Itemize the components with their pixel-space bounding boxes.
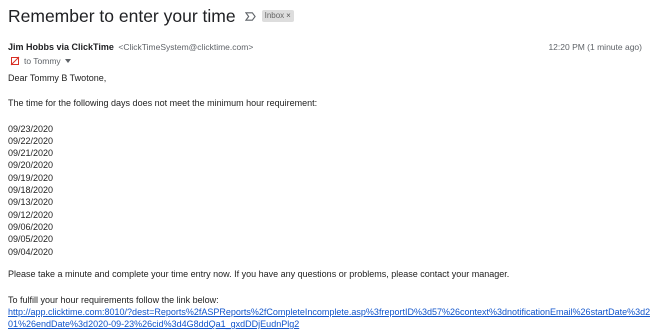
date-item: 09/05/2020 (8, 234, 54, 244)
no-image-icon (10, 56, 20, 66)
date-item: 09/04/2020 (8, 247, 54, 257)
date-item: 09/22/2020 (8, 136, 54, 146)
date-item: 09/12/2020 (8, 210, 54, 220)
sender-row: Jim Hobbs via ClickTime <ClickTimeSystem… (8, 42, 642, 56)
sender-name[interactable]: Jim Hobbs via ClickTime (8, 42, 114, 52)
date-item: 09/20/2020 (8, 160, 54, 170)
remove-label-icon[interactable]: × (286, 11, 291, 21)
recipient-row: to Tommy (10, 55, 71, 67)
email-greeting: Dear Tommy B Twotone, (8, 73, 107, 83)
date-item: 09/23/2020 (8, 124, 54, 134)
link-intro: To fulfill your hour requirements follow… (8, 295, 219, 305)
email-timestamp: 12:20 PM (1 minute ago) (548, 42, 642, 52)
email-request: Please take a minute and complete your t… (8, 269, 510, 279)
report-link-line-1[interactable]: http://app.clicktime.com:8010/?dest=Repo… (8, 307, 650, 318)
sender-email: <ClickTimeSystem@clicktime.com> (118, 42, 254, 52)
email-intro: The time for the following days does not… (8, 98, 318, 108)
inbox-label-text: Inbox (264, 11, 285, 20)
date-item: 09/13/2020 (8, 197, 54, 207)
email-subject: Remember to enter your time (8, 5, 236, 26)
inbox-label-chip[interactable]: Inbox × (261, 10, 294, 22)
report-link-line-2[interactable]: 01%26endDate%3d2020-09-23%26cid%3d4G8ddQ… (8, 319, 299, 330)
date-item: 09/19/2020 (8, 173, 54, 183)
subject-row: Remember to enter your time Inbox × (8, 5, 294, 27)
recipient-label: to Tommy (24, 56, 61, 66)
date-item: 09/18/2020 (8, 185, 54, 195)
important-marker-icon[interactable] (244, 11, 256, 22)
date-item: 09/06/2020 (8, 222, 54, 232)
date-item: 09/21/2020 (8, 148, 54, 158)
chevron-down-icon[interactable] (64, 59, 71, 63)
